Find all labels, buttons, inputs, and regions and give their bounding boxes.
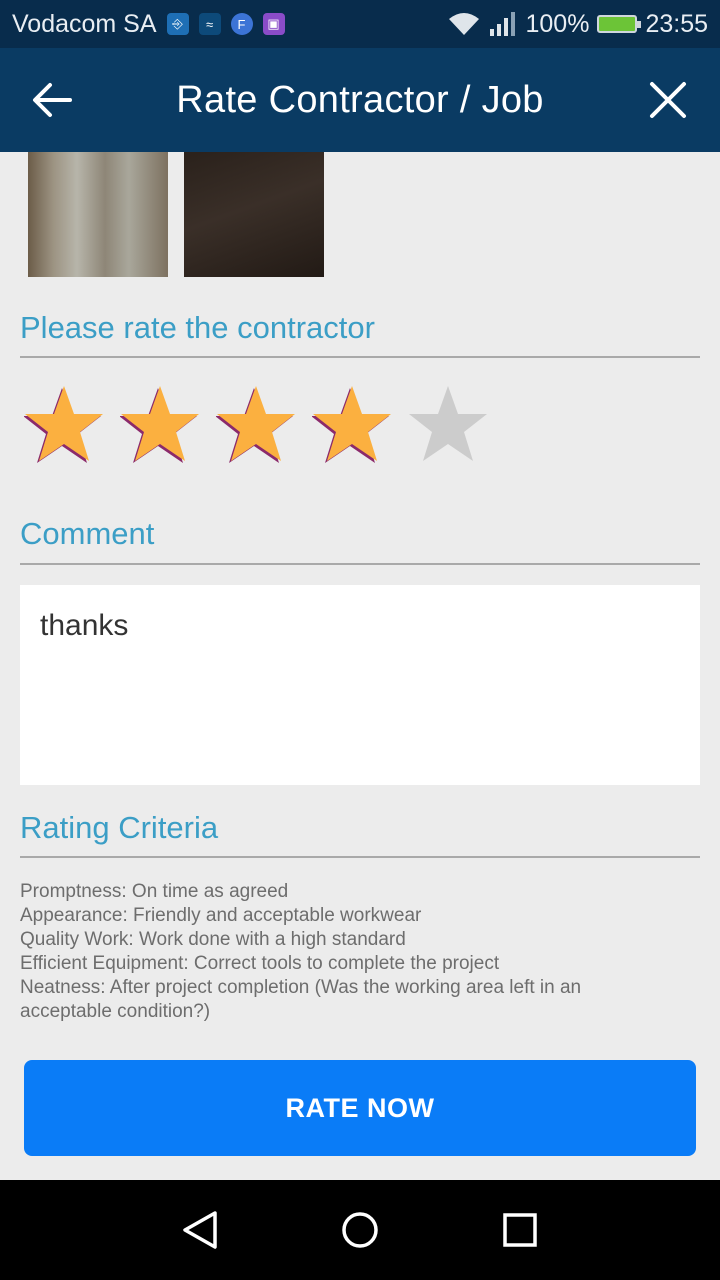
rate-contractor-heading: Please rate the contractor	[20, 310, 700, 358]
job-photo-thumbnail[interactable]	[28, 152, 168, 277]
back-nav-icon[interactable]	[175, 1205, 225, 1255]
cast-icon: ≈	[198, 13, 221, 35]
signal-icon	[490, 12, 516, 36]
clock: 23:55	[645, 9, 708, 38]
back-arrow-icon[interactable]	[24, 72, 80, 128]
criteria-item: Promptness: On time as agreed	[20, 881, 289, 902]
star-filled-icon[interactable]	[24, 382, 104, 468]
carrier-name: Vodacom SA	[12, 9, 157, 38]
criteria-item: Neatness: After project completion (Was …	[20, 977, 582, 998]
battery-icon	[597, 15, 642, 33]
star-rating[interactable]	[24, 382, 488, 472]
wifi-icon	[449, 13, 480, 35]
star-filled-icon[interactable]	[312, 382, 392, 468]
recents-nav-icon[interactable]	[495, 1205, 545, 1255]
gallery-icon: ▣	[262, 13, 285, 35]
app-bar: Rate Contractor / Job	[0, 48, 720, 152]
job-photo-thumbnail[interactable]	[184, 152, 324, 277]
facebook-icon: F	[230, 13, 253, 35]
comment-input[interactable]: thanks	[20, 585, 700, 785]
star-filled-icon[interactable]	[216, 382, 296, 468]
battery-percent: 100%	[525, 9, 590, 38]
criteria-item: Quality Work: Work done with a high stan…	[20, 929, 406, 950]
usb-icon: ⎆	[166, 13, 189, 35]
criteria-item: acceptable condition?)	[20, 1001, 211, 1022]
criteria-list: Promptness: On time as agreed Appearance…	[20, 880, 700, 1024]
criteria-item: Appearance: Friendly and acceptable work…	[20, 905, 422, 926]
rate-now-button[interactable]: RATE NOW	[24, 1060, 696, 1156]
navigation-bar	[0, 1180, 720, 1280]
status-bar: Vodacom SA ⎆ ≈ F ▣ 100% 23:55	[0, 0, 720, 48]
close-icon[interactable]	[640, 72, 696, 128]
criteria-item: Efficient Equipment: Correct tools to co…	[20, 953, 500, 974]
star-empty-icon[interactable]	[408, 382, 488, 468]
star-filled-icon[interactable]	[120, 382, 200, 468]
home-nav-icon[interactable]	[335, 1205, 385, 1255]
comment-heading: Comment	[20, 516, 700, 565]
rating-criteria-heading: Rating Criteria	[20, 810, 700, 858]
page-title: Rate Contractor / Job	[176, 78, 544, 121]
